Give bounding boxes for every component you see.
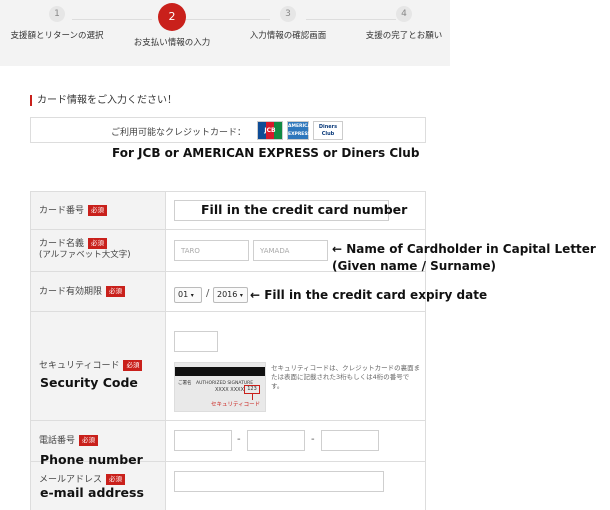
name-annotation-line1: ← Name of Cardholder in Capital Letter (332, 242, 596, 256)
diners-club-logo: Diners Club (313, 121, 343, 140)
required-badge: 必須 (123, 360, 143, 371)
card-name-header: カード名義 必須 (アルファベット大文字) (31, 230, 166, 271)
required-badge: 必須 (88, 205, 108, 216)
security-code-input[interactable] (174, 331, 218, 352)
security-code-header: セキュリティコード 必須 (31, 312, 166, 420)
card-code-caption: セキュリティコード (211, 402, 261, 408)
phone-separator: - (311, 434, 315, 445)
step-2: 2 お支払い情報の入力 (117, 3, 227, 48)
step-number: 2 (158, 3, 186, 31)
email-annotation: e-mail address (40, 485, 144, 500)
required-badge: 必須 (79, 435, 99, 446)
expiry-month-select[interactable]: 01 ▾ (174, 287, 202, 303)
phone-label: 電話番号 (39, 436, 76, 446)
card-code-sample: 123 (244, 385, 260, 394)
phone-separator: - (237, 434, 241, 445)
expiry-year-select[interactable]: 2016 ▾ (213, 287, 248, 303)
step-1: 1 支援額とリターンの選択 (2, 6, 112, 41)
phone-part3-input[interactable] (321, 430, 379, 451)
step-label: お支払い情報の入力 (133, 38, 211, 48)
security-code-row: セキュリティコード 必須 ご署名 AUTHORIZED SIGNATURE XXX… (31, 312, 425, 421)
expiry-separator: / (206, 288, 210, 299)
card-name-label-wrap: カード名義 必須 (アルファベット大文字) (39, 238, 131, 261)
phone-part2-input[interactable] (247, 430, 305, 451)
chevron-down-icon: ▾ (190, 292, 194, 299)
step-label: 支援の完了とお願い (365, 31, 443, 41)
card-number-header: カード番号 必須 (31, 192, 166, 229)
email-label: メールアドレス (39, 475, 103, 485)
step-label: 支援額とリターンの選択 (10, 31, 104, 41)
section-title: カード情報をご入力ください！ (30, 95, 177, 106)
card-name-sublabel: (アルファベット大文字) (39, 250, 131, 260)
expiry-label-wrap: カード有効期限 必須 (39, 286, 126, 298)
card-number-annotation: Fill in the credit card number (201, 202, 408, 217)
security-code-label: セキュリティコード (39, 361, 120, 371)
chevron-down-icon: ▾ (239, 292, 243, 299)
magnetic-stripe (175, 367, 265, 376)
phone-part1-input[interactable] (174, 430, 232, 451)
step-3: 3 入力情報の確認画面 (233, 6, 343, 41)
step-number: 1 (49, 6, 65, 22)
cards-annotation: For JCB or AMERICAN EXPRESS or Diners Cl… (112, 146, 420, 160)
expiry-header: カード有効期限 必須 (31, 272, 166, 311)
progress-steps: 1 支援額とリターンの選択 2 お支払い情報の入力 3 入力情報の確認画面 4 … (0, 0, 450, 66)
expiry-label: カード有効期限 (39, 287, 103, 297)
expiry-annotation: ← Fill in the credit card expiry date (250, 288, 488, 302)
card-name-label: カード名義 (39, 239, 85, 249)
jcb-logo: JCB (257, 121, 283, 140)
security-code-note: セキュリティコードは、クレジットカードの裏面または表面に記載された3桁もしくは4… (271, 364, 421, 390)
security-code-label-wrap: セキュリティコード 必須 (39, 360, 143, 372)
phone-annotation: Phone number (40, 452, 143, 467)
required-badge: 必須 (88, 238, 108, 249)
security-code-card-image: ご署名 AUTHORIZED SIGNATURE XXXX XXXX 123 セ… (174, 362, 266, 412)
step-label: 入力情報の確認画面 (249, 31, 327, 41)
card-name-first-input[interactable]: TARO (174, 240, 249, 261)
step-number: 3 (280, 6, 296, 22)
step-number: 4 (396, 6, 412, 22)
security-code-annotation: Security Code (40, 375, 138, 390)
step-4: 4 支援の完了とお願い (349, 6, 459, 41)
card-name-last-input[interactable]: YAMADA (253, 240, 328, 261)
expiry-month-value: 01 (178, 290, 189, 299)
card-number-sample: XXXX XXXX (215, 387, 244, 393)
expiry-year-value: 2016 (217, 290, 238, 299)
email-input[interactable] (174, 471, 384, 492)
card-signature-text: ご署名 AUTHORIZED SIGNATURE (178, 381, 254, 386)
available-cards-label: ご利用可能なクレジットカード： (111, 128, 247, 138)
phone-label-wrap: 電話番号 必須 (39, 435, 99, 447)
name-annotation-line2: (Given name / Surname) (332, 259, 497, 273)
card-number-label: カード番号 (39, 206, 85, 216)
amex-logo: AMERICAN EXPRESS (287, 121, 315, 140)
required-badge: 必須 (106, 286, 126, 297)
available-cards-box: ご利用可能なクレジットカード： JCB AMERICAN EXPRESS Din… (30, 117, 426, 143)
card-number-label-wrap: カード番号 必須 (39, 205, 108, 217)
required-badge: 必須 (106, 474, 126, 485)
